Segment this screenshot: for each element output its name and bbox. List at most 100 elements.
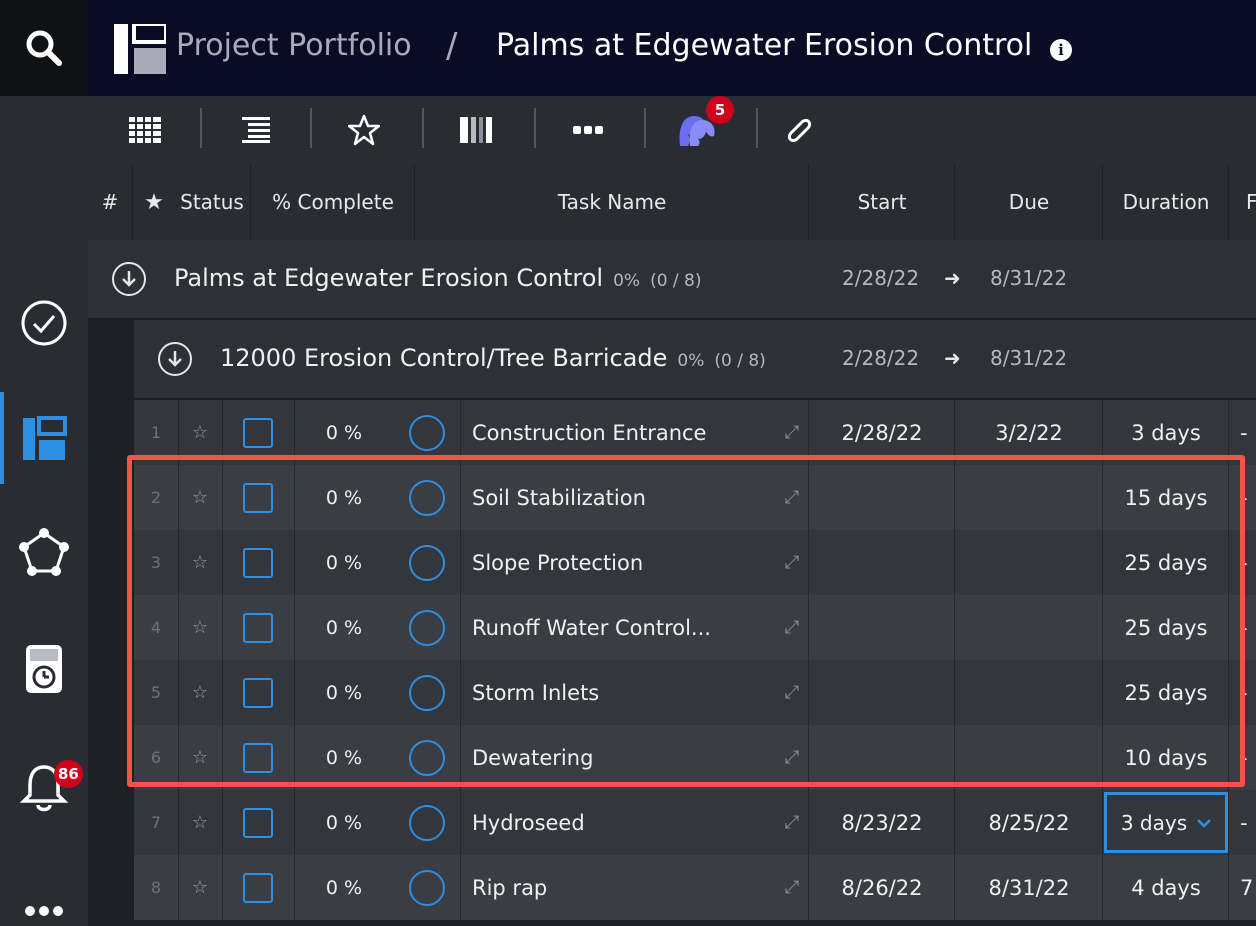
task-checkbox[interactable] [243,612,273,643]
status-circle-cell[interactable] [394,595,460,660]
status-circle-icon[interactable] [409,414,445,451]
status-circle-cell[interactable] [394,660,460,725]
status-circle-cell[interactable] [394,725,460,790]
task-row[interactable]: 8 ☆ 0 % Rip rap ⤢ 8/26/22 8/31/22 4 days… [134,855,1256,920]
task-row[interactable]: 7 ☆ 0 % Hydroseed ⤢ 8/23/22 8/25/22 3 da… [134,790,1256,855]
task-start[interactable]: 8/26/22 [810,855,954,920]
column-header-task-name[interactable]: Task Name [416,164,808,240]
task-extra[interactable]: - [1240,660,1256,725]
favorite-star-icon[interactable]: ☆ [178,465,222,530]
task-name[interactable]: Dewatering [472,725,772,790]
attachments-button[interactable] [774,106,822,154]
column-header-pct-complete[interactable]: % Complete [252,164,414,240]
task-due[interactable]: 3/2/22 [956,400,1102,465]
status-circle-cell[interactable] [394,465,460,530]
favorite-star-icon[interactable]: ☆ [178,790,222,855]
status-circle-icon[interactable] [409,479,445,516]
task-checkbox-cell[interactable] [222,725,294,790]
task-checkbox[interactable] [243,742,273,773]
expand-icon[interactable]: ⤢ [774,595,810,660]
task-due[interactable] [956,595,1102,660]
task-name[interactable]: Slope Protection [472,530,772,595]
status-circle-cell[interactable] [394,790,460,855]
task-row[interactable]: 6 ☆ 0 % Dewatering ⤢ 10 days - [134,725,1256,790]
task-extra[interactable]: - [1240,465,1256,530]
chevron-down-icon[interactable] [1197,818,1212,828]
favorite-star-icon[interactable]: ☆ [178,530,222,595]
task-checkbox[interactable] [243,677,273,708]
expand-icon[interactable]: ⤢ [774,855,810,920]
task-due[interactable] [956,660,1102,725]
expand-icon[interactable]: ⤢ [774,790,810,855]
task-percent[interactable]: 0 % [294,400,394,465]
task-duration[interactable]: 3 days [1104,400,1228,465]
search-button[interactable] [0,0,88,96]
task-percent[interactable]: 0 % [294,790,394,855]
favorite-star-icon[interactable]: ☆ [178,400,222,465]
expand-icon[interactable]: ⤢ [774,530,810,595]
favorite-button[interactable] [340,106,388,154]
favorite-star-icon[interactable]: ☆ [178,855,222,920]
task-percent[interactable]: 0 % [294,660,394,725]
favorite-star-icon[interactable]: ☆ [178,725,222,790]
status-circle-icon[interactable] [409,544,445,581]
task-duration[interactable]: 15 days [1104,465,1228,530]
expand-icon[interactable]: ⤢ [774,660,810,725]
task-extra[interactable]: 7 [1240,855,1256,920]
task-checkbox[interactable] [243,547,273,578]
status-circle-icon[interactable] [409,869,445,906]
task-due[interactable] [956,465,1102,530]
task-duration[interactable]: 4 days [1104,855,1228,920]
task-start[interactable] [810,725,954,790]
column-header-next[interactable]: F [1230,164,1256,240]
workflow-nav-button[interactable] [0,518,88,588]
task-checkbox-cell[interactable] [222,660,294,725]
task-row[interactable]: 1 ☆ 0 % Construction Entrance ⤢ 2/28/22 … [134,400,1256,465]
task-checkbox[interactable] [243,482,273,513]
task-duration[interactable]: 25 days [1104,595,1228,660]
status-circle-cell[interactable] [394,530,460,595]
task-start[interactable] [810,465,954,530]
column-header-star[interactable]: ★ [134,164,174,240]
task-checkbox-cell[interactable] [222,855,294,920]
columns-button[interactable] [452,106,500,154]
task-checkbox-cell[interactable] [222,465,294,530]
info-icon[interactable]: i [1050,39,1072,61]
expand-icon[interactable]: ⤢ [774,400,810,465]
task-name[interactable]: Soil Stabilization [472,465,772,530]
collapse-group-button[interactable] [158,342,192,376]
task-extra[interactable]: - [1240,790,1256,855]
task-percent[interactable]: 0 % [294,725,394,790]
task-percent[interactable]: 0 % [294,465,394,530]
task-due[interactable] [956,530,1102,595]
expand-icon[interactable]: ⤢ [774,465,810,530]
favorite-star-icon[interactable]: ☆ [178,660,222,725]
grid-view-button[interactable] [122,106,170,154]
status-circle-cell[interactable] [394,400,460,465]
task-start[interactable] [810,595,954,660]
task-duration[interactable]: 25 days [1104,660,1228,725]
task-due[interactable] [956,725,1102,790]
task-due[interactable]: 8/25/22 [956,790,1102,855]
projects-nav-button[interactable] [0,404,88,474]
task-duration[interactable]: 3 days [1121,811,1187,835]
task-row[interactable]: 5 ☆ 0 % Storm Inlets ⤢ 25 days - [134,660,1256,725]
task-checkbox[interactable] [243,872,273,903]
task-checkbox-cell[interactable] [222,595,294,660]
task-start[interactable]: 2/28/22 [810,400,954,465]
task-row[interactable]: 3 ☆ 0 % Slope Protection ⤢ 25 days - [134,530,1256,595]
task-percent[interactable]: 0 % [294,530,394,595]
status-circle-icon[interactable] [409,609,445,646]
task-name[interactable]: Hydroseed [472,790,772,855]
task-name[interactable]: Storm Inlets [472,660,772,725]
expand-icon[interactable]: ⤢ [774,725,810,790]
collapse-group-button[interactable] [112,262,146,296]
status-circle-icon[interactable] [409,674,445,711]
column-header-duration[interactable]: Duration [1104,164,1228,240]
status-circle-icon[interactable] [409,739,445,776]
favorite-star-icon[interactable]: ☆ [178,595,222,660]
column-header-start[interactable]: Start [810,164,954,240]
status-circle-icon[interactable] [409,804,445,841]
group-row-section[interactable]: 12000 Erosion Control/Tree Barricade 0% (0… [134,320,1256,398]
timesheet-nav-button[interactable] [0,634,88,704]
